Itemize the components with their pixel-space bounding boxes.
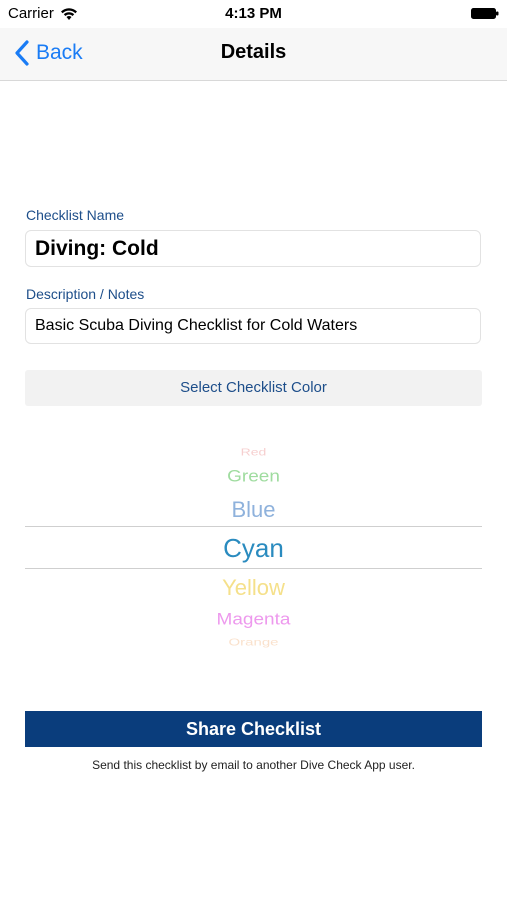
picker-option-blue[interactable]: Blue [25,497,482,523]
description-field[interactable]: Basic Scuba Diving Checklist for Cold Wa… [25,308,481,344]
page-title: Details [220,41,287,63]
share-checklist-button[interactable]: Share Checklist [25,711,482,747]
picker-option-yellow[interactable]: Yellow [25,575,482,601]
picker-option-orange[interactable]: Orange [25,637,482,649]
checklist-name-label: Checklist Name [26,207,125,223]
status-time: 4:13 PM [225,5,282,22]
status-bar: Carrier 4:13 PM [0,0,507,28]
picker-option-red[interactable]: Red [25,446,482,457]
color-picker[interactable]: Red Green Blue Cyan Yellow Magenta Orang… [25,435,482,660]
checklist-name-value: Diving: Cold [35,236,159,260]
picker-selection-top-line [25,526,482,527]
picker-selection-bottom-line [25,568,482,569]
select-color-button[interactable]: Select Checklist Color [25,370,482,406]
picker-option-magenta[interactable]: Magenta [25,610,482,629]
picker-option-cyan-selected[interactable]: Cyan [25,533,482,564]
description-value: Basic Scuba Diving Checklist for Cold Wa… [35,317,358,334]
share-caption: Send this checklist by email to another … [92,758,415,772]
navigation-bar: Back Details [0,28,507,81]
battery-icon [471,8,499,19]
picker-option-green[interactable]: Green [25,467,482,486]
description-label: Description / Notes [26,286,145,302]
checklist-name-field[interactable]: Diving: Cold [25,230,481,267]
